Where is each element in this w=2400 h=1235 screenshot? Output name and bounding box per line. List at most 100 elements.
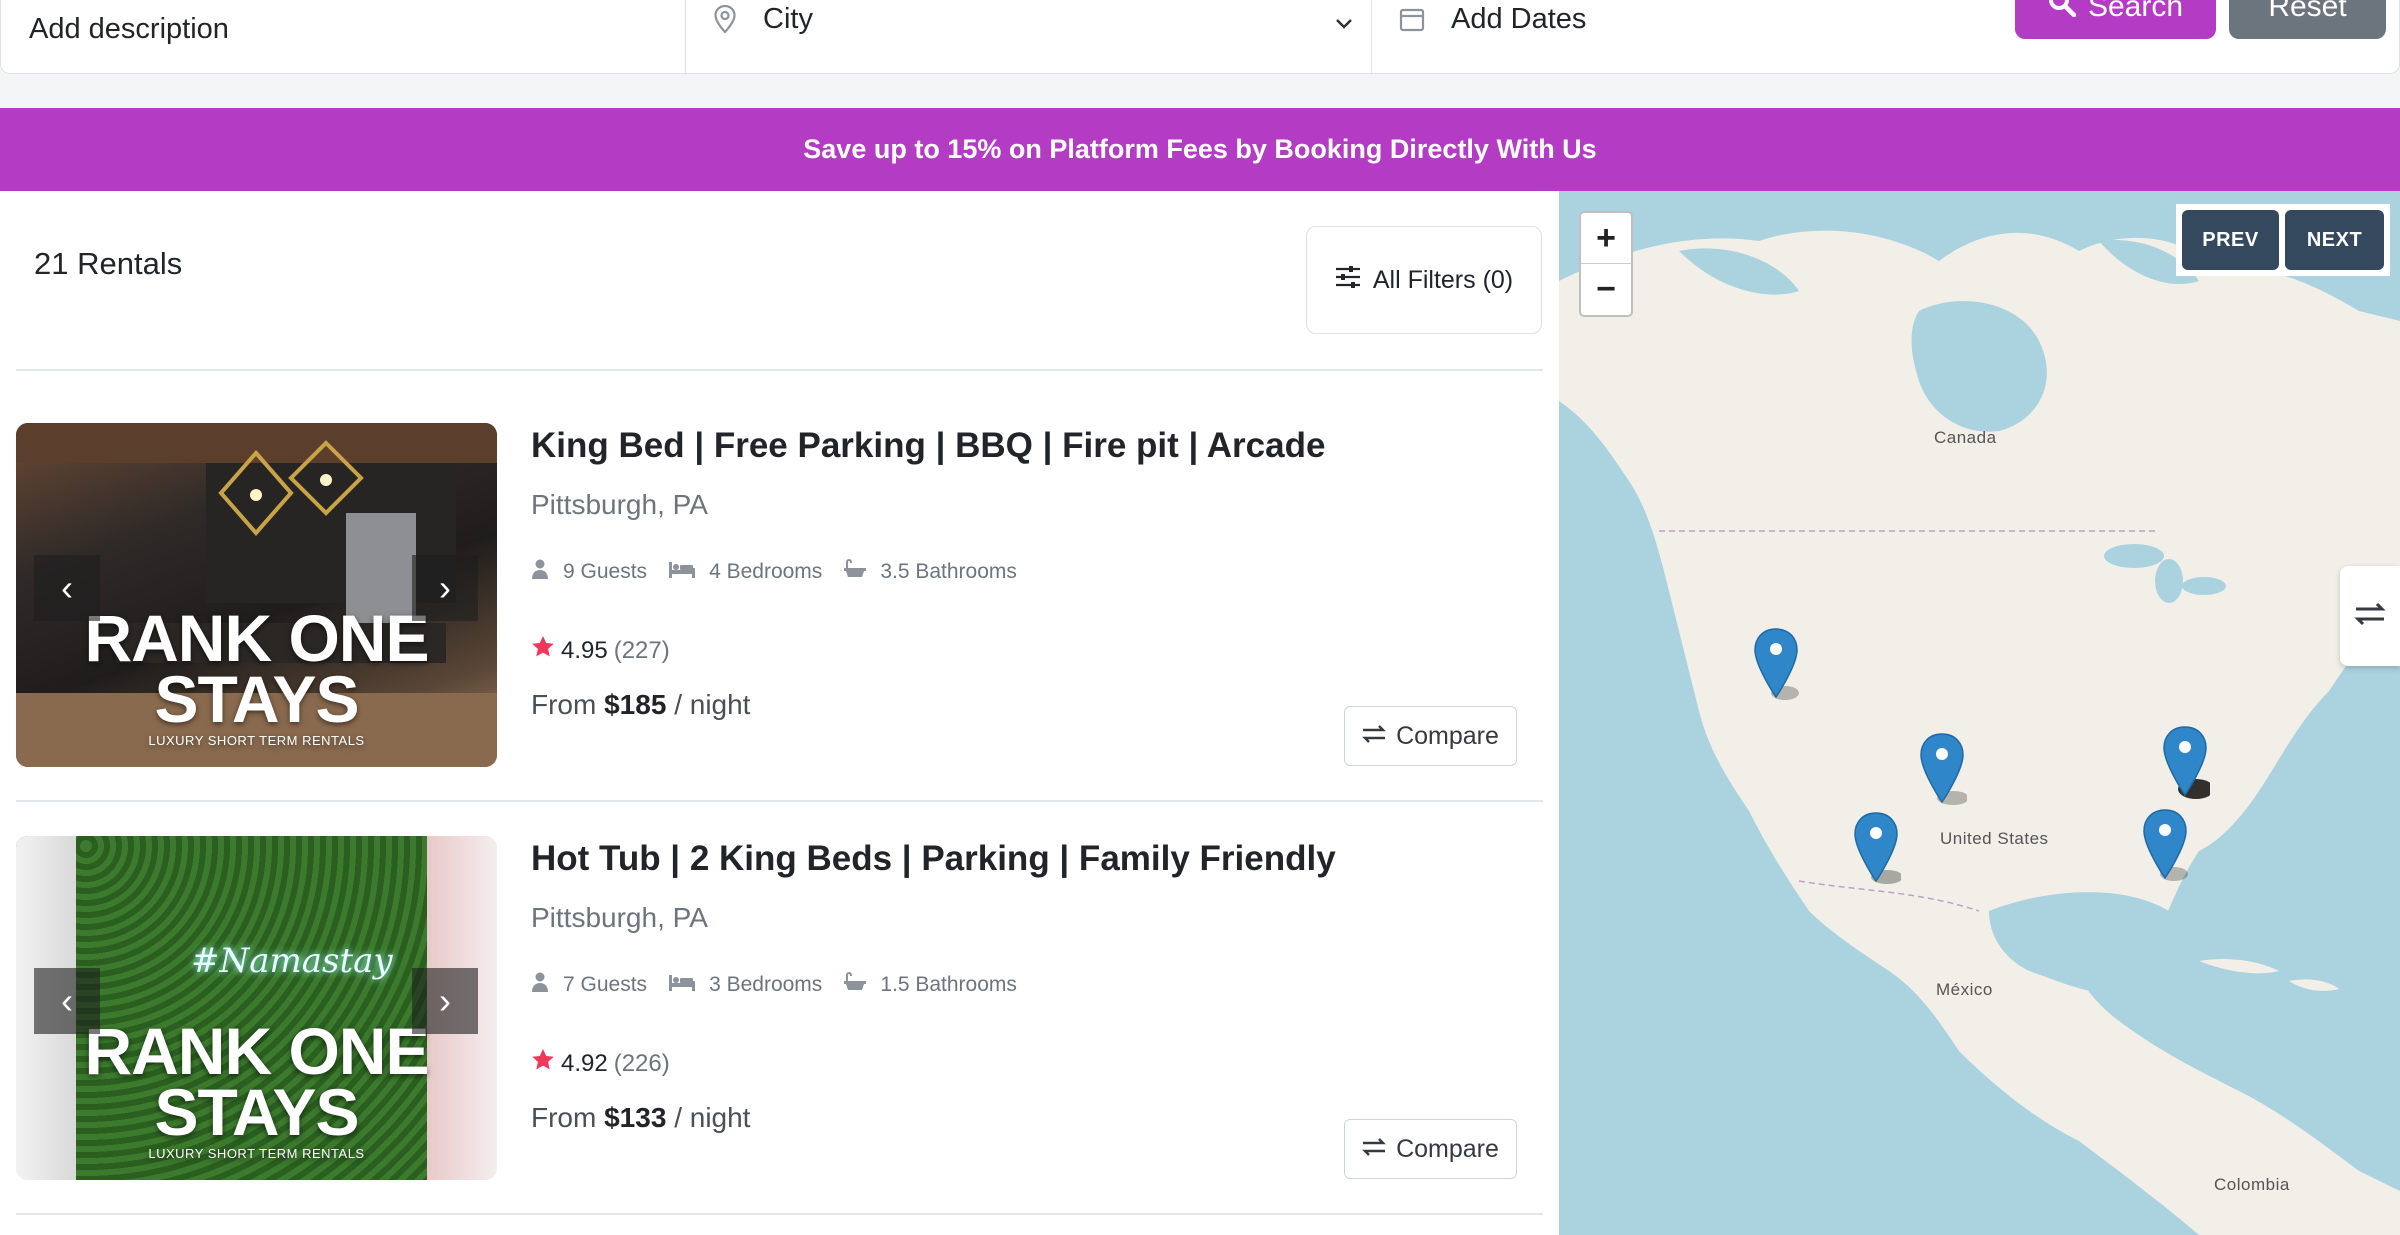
map-label-colombia: Colombia: [2214, 1175, 2290, 1194]
listing-location: Pittsburgh, PA: [531, 489, 708, 520]
listing-title[interactable]: King Bed | Free Parking | BBQ | Fire pit…: [531, 426, 1325, 466]
search-button-label: Search: [2087, 0, 2184, 23]
listing-price: From $185 / night: [531, 689, 750, 721]
location-pin-icon: [713, 4, 737, 34]
guests-count: 9: [563, 560, 575, 583]
brand-logo: RANK ONE STAYS LUXURY SHORT TERM RENTALS: [16, 605, 497, 749]
bedrooms-label: Bedrooms: [726, 973, 823, 996]
bedrooms-label: Bedrooms: [726, 560, 823, 583]
carousel-next-button[interactable]: ›: [412, 555, 478, 621]
review-count: (227): [613, 636, 670, 664]
description-placeholder: Add description: [29, 12, 229, 45]
bed-icon: [669, 560, 696, 584]
listing-panel: 21 Rentals All Filters (0) RANK ONE STAY: [0, 191, 1559, 1235]
compare-label: Compare: [1396, 721, 1499, 750]
dates-input[interactable]: Add Dates: [1399, 0, 1999, 65]
review-count: (226): [613, 1049, 670, 1077]
map-label-mexico: México: [1936, 980, 1993, 999]
listing-amenities: 7 Guests 3 Bedrooms 1.5 Bathrooms: [531, 972, 1039, 998]
map-toggle-button[interactable]: [2340, 566, 2400, 666]
promo-banner: Save up to 15% on Platform Fees by Booki…: [0, 108, 2400, 191]
filter-sliders-icon: [1335, 265, 1361, 295]
calendar-icon: [1399, 6, 1425, 32]
swap-arrows-icon: [1362, 722, 1386, 751]
carousel-prev-button[interactable]: ‹: [34, 555, 100, 621]
guest-icon: [531, 972, 549, 998]
bathrooms-label: Bathrooms: [915, 973, 1017, 996]
bathrooms-label: Bathrooms: [915, 560, 1017, 583]
price-suffix: / night: [674, 1102, 751, 1133]
search-icon: [2048, 0, 2077, 25]
brand-tagline: LUXURY SHORT TERM RENTALS: [148, 1146, 365, 1162]
map-label-canada: Canada: [1934, 428, 1997, 447]
brand-line2: STAYS: [154, 1074, 359, 1149]
map-marker[interactable]: [1917, 732, 1967, 808]
divider: [16, 369, 1543, 371]
zoom-out-button[interactable]: −: [1581, 264, 1631, 315]
listing-amenities: 9 Guests 4 Bedrooms 3.5 Bathrooms: [531, 559, 1039, 585]
city-select[interactable]: City: [713, 0, 1353, 65]
listing-photo[interactable]: #Namastay RANK ONE STAYS LUXURY SHORT TE…: [16, 836, 497, 1180]
guest-icon: [531, 559, 549, 585]
dates-placeholder: Add Dates: [1451, 2, 1587, 35]
swap-arrows-icon: [1362, 1135, 1386, 1164]
divider: [16, 1213, 1543, 1215]
bedrooms-count: 4: [709, 560, 721, 583]
map-panel[interactable]: Canada United States México Colombia + −…: [1559, 191, 2400, 1235]
star-icon: [531, 1048, 555, 1079]
bath-icon: [844, 972, 867, 998]
guests-count: 7: [563, 973, 575, 996]
bathrooms-count: 1.5: [880, 973, 910, 996]
promo-text: Save up to 15% on Platform Fees by Booki…: [803, 134, 1597, 164]
guests-label: Guests: [580, 973, 648, 996]
bed-icon: [669, 973, 696, 997]
bathrooms-count: 3.5: [880, 560, 910, 583]
map-pagination: PREV NEXT: [2176, 204, 2390, 276]
carousel-prev-button[interactable]: ‹: [34, 968, 100, 1034]
all-filters-label: All Filters (0): [1372, 265, 1514, 294]
listing-location: Pittsburgh, PA: [531, 902, 708, 933]
map-label-united-states: United States: [1940, 829, 2049, 848]
price-prefix: From: [531, 1102, 597, 1133]
map-prev-button[interactable]: PREV: [2182, 210, 2279, 270]
swap-arrows-icon: [2354, 601, 2386, 632]
zoom-in-button[interactable]: +: [1581, 213, 1631, 264]
price-suffix: / night: [674, 689, 751, 720]
search-divider: [685, 0, 686, 75]
all-filters-button[interactable]: All Filters (0): [1306, 226, 1542, 334]
rentals-count: 21 Rentals: [34, 246, 183, 281]
listing-title[interactable]: Hot Tub | 2 King Beds | Parking | Family…: [531, 839, 1336, 879]
search-bar: Add description City Add Dates Search Re…: [0, 0, 2400, 75]
listing-photo[interactable]: RANK ONE STAYS LUXURY SHORT TERM RENTALS…: [16, 423, 497, 767]
listing-rating: 4.95 (227): [531, 635, 670, 666]
map-marker[interactable]: [1851, 811, 1901, 887]
map-marker[interactable]: [1751, 627, 1801, 703]
neon-sign: #Namastay: [191, 941, 393, 981]
listing-card[interactable]: RANK ONE STAYS LUXURY SHORT TERM RENTALS…: [16, 423, 1543, 767]
rating-score: 4.95: [561, 636, 608, 664]
listing-price: From $133 / night: [531, 1102, 750, 1134]
search-button[interactable]: Search: [2015, 0, 2216, 39]
price-prefix: From: [531, 689, 597, 720]
listing-card[interactable]: #Namastay RANK ONE STAYS LUXURY SHORT TE…: [16, 836, 1543, 1180]
brand-tagline: LUXURY SHORT TERM RENTALS: [148, 733, 365, 749]
map-marker[interactable]: [2160, 725, 2210, 801]
listing-rating: 4.92 (226): [531, 1048, 670, 1079]
rating-score: 4.92: [561, 1049, 608, 1077]
search-divider: [1371, 0, 1372, 75]
zoom-control: + −: [1579, 211, 1633, 317]
city-placeholder: City: [763, 2, 813, 35]
brand-line2: STAYS: [154, 661, 359, 736]
map-next-button[interactable]: NEXT: [2285, 210, 2384, 270]
map-marker[interactable]: [2140, 808, 2190, 884]
bath-icon: [844, 559, 867, 585]
compare-label: Compare: [1396, 1134, 1499, 1163]
reset-button[interactable]: Reset: [2229, 0, 2386, 39]
chevron-down-icon: [1335, 5, 1353, 38]
divider: [16, 800, 1543, 802]
carousel-next-button[interactable]: ›: [412, 968, 478, 1034]
description-input[interactable]: Add description: [29, 0, 684, 75]
price-amount: $133: [604, 1102, 667, 1133]
compare-button[interactable]: Compare: [1344, 706, 1517, 766]
compare-button[interactable]: Compare: [1344, 1119, 1517, 1179]
